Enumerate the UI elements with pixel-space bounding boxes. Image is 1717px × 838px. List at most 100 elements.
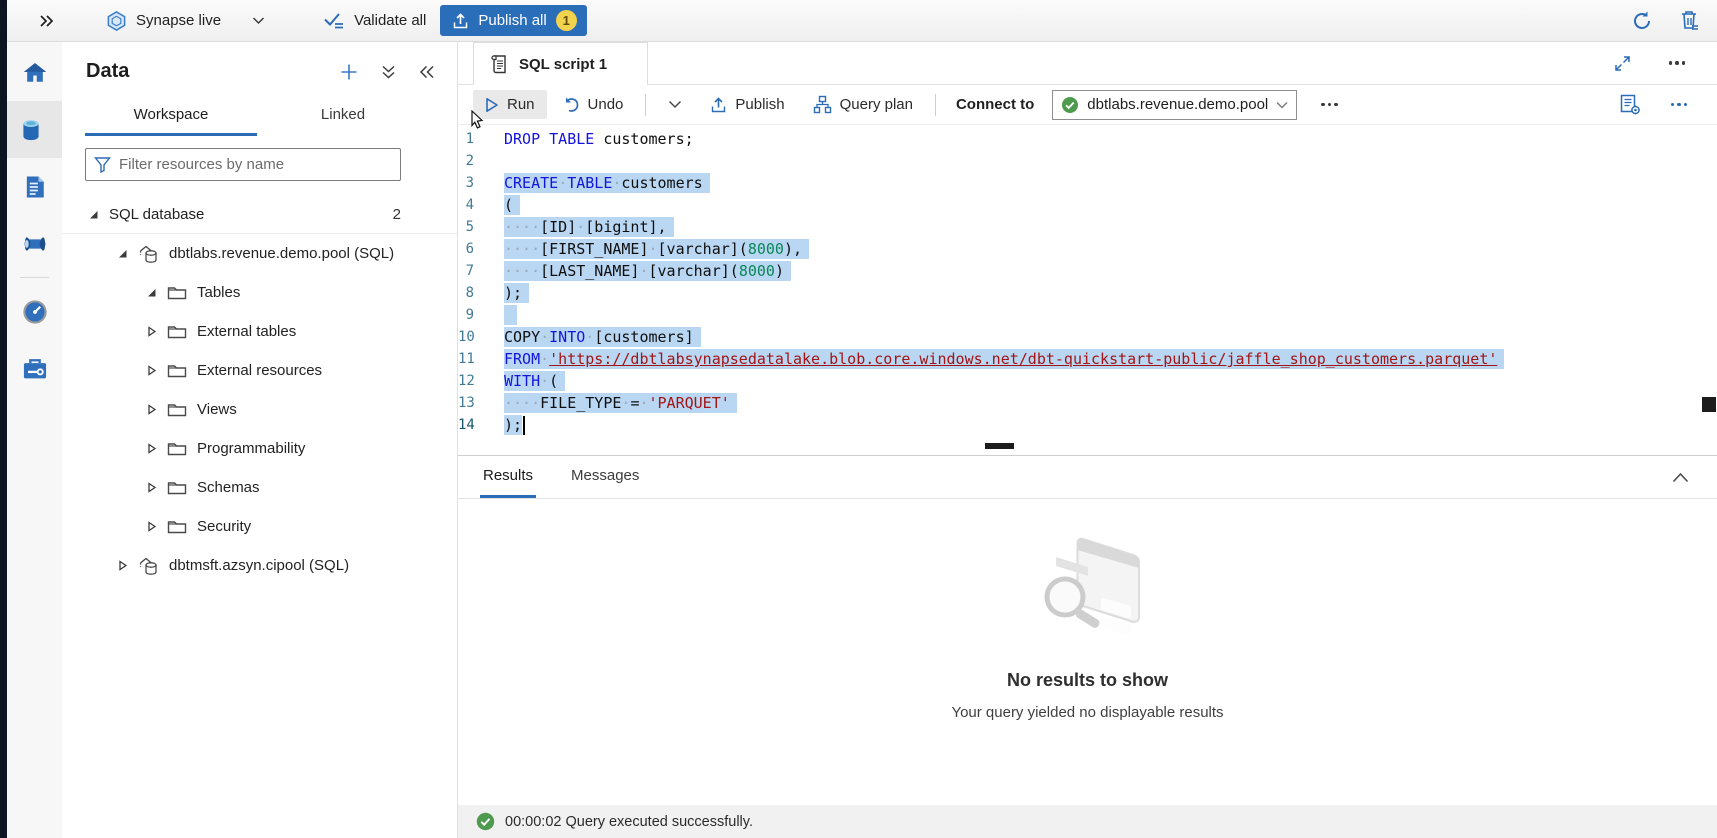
tree-item[interactable]: Schemas: [62, 468, 457, 507]
run-options-dropdown[interactable]: [656, 94, 694, 115]
tree-item-label: Schemas: [197, 479, 260, 496]
tree-item[interactable]: Security: [62, 507, 457, 546]
code-token: ·: [649, 240, 658, 258]
vertical-scrollbar-thumb[interactable]: [1702, 397, 1716, 412]
pool-icon: [138, 244, 159, 264]
tab-results[interactable]: Results: [480, 456, 536, 498]
rail-item-monitor[interactable]: [7, 283, 62, 340]
expand-panel-icon[interactable]: [38, 13, 56, 29]
run-button[interactable]: Run: [473, 90, 547, 119]
tree-item[interactable]: Tables: [62, 273, 457, 312]
code-token: ·: [639, 394, 648, 412]
code-line[interactable]: 8);: [458, 282, 1717, 304]
tab-sql-script-1[interactable]: SQL script 1: [473, 42, 648, 85]
tree-item[interactable]: SQL database2: [62, 195, 457, 234]
code-line[interactable]: 1DROP TABLE customers;: [458, 128, 1717, 150]
more-icon[interactable]: [1311, 95, 1348, 115]
more-icon[interactable]: [1661, 95, 1698, 115]
line-number: 4: [458, 197, 474, 213]
filter-resources-input[interactable]: [119, 156, 392, 173]
query-plan-button[interactable]: Query plan: [801, 89, 925, 120]
collapsed-arrow-icon[interactable]: [146, 521, 157, 532]
expanded-arrow-icon[interactable]: [88, 209, 99, 220]
validate-all-button[interactable]: Validate all: [323, 11, 426, 30]
connect-to-dropdown[interactable]: dbtlabs.revenue.demo.pool: [1052, 90, 1297, 120]
home-icon: [21, 59, 49, 87]
code-token: [540, 130, 549, 148]
undo-button[interactable]: Undo: [551, 90, 636, 119]
code-token: FROM: [504, 350, 540, 368]
folder-icon: [167, 284, 187, 301]
code-line[interactable]: 10COPY·INTO·[customers]: [458, 326, 1717, 348]
rail-item-integrate[interactable]: [7, 215, 62, 272]
publish-all-button[interactable]: Publish all 1: [440, 5, 586, 36]
top-bar: Synapse live Validate all Publish all 1: [0, 0, 1717, 42]
publish-upload-icon: [710, 96, 727, 114]
trash-icon[interactable]: [1679, 9, 1701, 32]
code-line[interactable]: 13····FILE_TYPE·=·'PARQUET': [458, 392, 1717, 414]
collapsed-arrow-icon[interactable]: [146, 326, 157, 337]
tree-item[interactable]: External tables: [62, 312, 457, 351]
status-ok-icon: [1061, 96, 1079, 114]
code-line[interactable]: 11FROM·'https://dbtlabsynapsedatalake.bl…: [458, 348, 1717, 370]
code-line[interactable]: 12WITH·(: [458, 370, 1717, 392]
code-line[interactable]: 5····[ID]·[bigint],: [458, 216, 1717, 238]
code-line[interactable]: 2: [458, 150, 1717, 172]
query-plan-label: Query plan: [840, 96, 913, 113]
tab-linked[interactable]: Linked: [257, 97, 429, 136]
line-number: 9: [458, 307, 474, 323]
sql-editor[interactable]: 1DROP TABLE customers;23CREATE·TABLE·cus…: [458, 125, 1717, 455]
code-token: CREATE: [504, 174, 558, 192]
rail-item-data[interactable]: [7, 101, 62, 158]
code-line[interactable]: 4(: [458, 194, 1717, 216]
collapsed-arrow-icon[interactable]: [146, 365, 157, 376]
code-line[interactable]: 14);: [458, 414, 1717, 436]
results-body: No results to show Your query yielded no…: [458, 499, 1717, 805]
chevron-down-icon[interactable]: [252, 16, 265, 25]
collapsed-arrow-icon[interactable]: [117, 560, 128, 571]
code-token: [varchar](: [658, 240, 748, 258]
results-header: Results Messages: [458, 455, 1717, 499]
tab-workspace[interactable]: Workspace: [85, 97, 257, 136]
expand-all-icon[interactable]: [381, 64, 396, 80]
gauge-icon: [21, 298, 49, 326]
expand-editor-icon[interactable]: [1614, 55, 1631, 72]
tree-item[interactable]: Views: [62, 390, 457, 429]
session-properties-icon[interactable]: [1619, 93, 1641, 116]
code-line[interactable]: 3CREATE·TABLE·customers: [458, 172, 1717, 194]
tab-messages[interactable]: Messages: [568, 456, 642, 498]
add-icon[interactable]: [340, 63, 358, 81]
tree-item[interactable]: dbtmsft.azsyn.cipool (SQL): [62, 546, 457, 585]
tree-item[interactable]: dbtlabs.revenue.demo.pool (SQL): [62, 234, 457, 273]
code-line[interactable]: 6····[FIRST_NAME]·[varchar](8000),: [458, 238, 1717, 260]
code-token: 'PARQUET': [649, 394, 730, 412]
app-body: Data Workspace Linked: [0, 42, 1717, 838]
rail-item-manage[interactable]: [7, 340, 62, 397]
collapsed-arrow-icon[interactable]: [146, 482, 157, 493]
folder-icon: [167, 518, 187, 535]
run-play-icon: [485, 97, 499, 113]
mode-selector[interactable]: Synapse live: [106, 10, 265, 32]
code-line[interactable]: 7····[LAST_NAME]·[varchar](8000): [458, 260, 1717, 282]
status-bar: 00:00:02 Query executed successfully.: [458, 805, 1717, 838]
tree-item[interactable]: External resources: [62, 351, 457, 390]
collapsed-arrow-icon[interactable]: [146, 443, 157, 454]
collapse-panel-icon[interactable]: [419, 65, 435, 79]
collapse-results-icon[interactable]: [1672, 456, 1717, 498]
publish-button[interactable]: Publish: [698, 90, 796, 120]
sidebar-title: Data: [86, 60, 129, 83]
horizontal-scrollbar-thumb[interactable]: [985, 443, 1014, 449]
rail-item-develop[interactable]: [7, 158, 62, 215]
code-token: ·: [540, 328, 549, 346]
tree-item[interactable]: Programmability: [62, 429, 457, 468]
rail-item-home[interactable]: [7, 44, 62, 101]
expanded-arrow-icon[interactable]: [117, 248, 128, 259]
code-token: ·: [540, 372, 549, 390]
expanded-arrow-icon[interactable]: [146, 287, 157, 298]
line-number: 1: [458, 131, 474, 147]
refresh-icon[interactable]: [1631, 10, 1653, 32]
collapsed-arrow-icon[interactable]: [146, 404, 157, 415]
more-icon[interactable]: [1659, 53, 1696, 73]
code-line[interactable]: 9: [458, 304, 1717, 326]
code-token: [FIRST_NAME]: [540, 240, 648, 258]
